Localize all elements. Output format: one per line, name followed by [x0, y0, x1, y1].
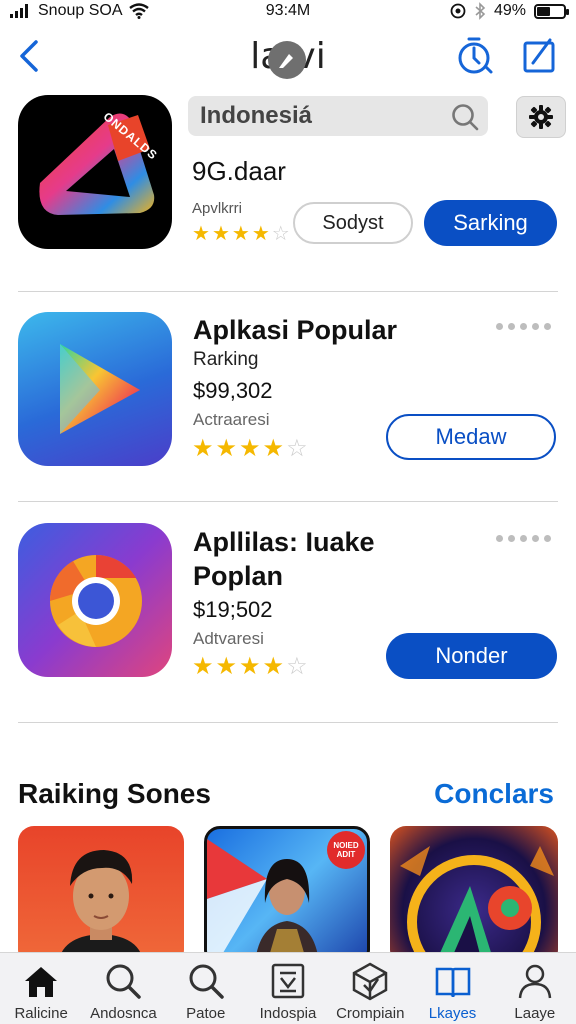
app-title-line2: Poplan [193, 561, 284, 591]
featured-app-name: 9G.daar [192, 156, 286, 186]
search-input[interactable] [200, 102, 440, 130]
bluetooth-icon [475, 2, 486, 20]
divider [18, 291, 558, 292]
star-filled-icon: ★ [211, 223, 230, 245]
tab-box[interactable]: Indospia [247, 953, 329, 1024]
star-filled-icon: ★ [192, 223, 210, 245]
divider [18, 722, 558, 723]
tab-home[interactable]: Ralicine [0, 953, 82, 1024]
tab-label: Ralicine [14, 1005, 68, 1022]
app-title-line1: Apllilas: Iuake [193, 527, 375, 557]
star-filled-icon: ★ [251, 223, 270, 245]
tab-label: Crompiain [336, 1005, 405, 1022]
tab-profile[interactable]: Laaye [494, 953, 576, 1024]
app-action-button[interactable]: Nonder [386, 633, 557, 679]
app-title: Aplkasi Popular [193, 315, 398, 345]
app-rating: ★ ★ ★ ★ ☆ [192, 434, 308, 463]
nav-bar: la vi [0, 28, 576, 84]
more-options-button[interactable] [496, 535, 551, 542]
card-badge: NOIED ADIT [327, 831, 365, 869]
timer-button[interactable] [455, 36, 495, 76]
more-options-button[interactable] [496, 323, 551, 330]
app-action-button[interactable]: Medaw [386, 414, 556, 460]
featured-app-subtitle: Apvlkrri [192, 200, 243, 217]
app-rating: ★ ★ ★ ★ ☆ [192, 652, 308, 681]
portrait-image [58, 850, 144, 966]
featured-rating: ★ ★ ★ ★ ☆ [192, 221, 290, 246]
tab-book[interactable]: Lkayes [411, 953, 493, 1024]
search-icon[interactable] [450, 102, 480, 132]
location-icon [450, 3, 466, 19]
app-meta: Actraaresi [193, 410, 270, 429]
box-icon [271, 963, 305, 999]
search-icon [189, 964, 224, 999]
star-filled-icon: ★ [262, 435, 285, 462]
gear-icon [529, 105, 553, 129]
tab-bar: Ralicine Andosnca Patoe Indospia Crompia… [0, 952, 576, 1024]
app-subtitle: Rarking [193, 349, 259, 370]
app-icon-play[interactable] [18, 312, 172, 466]
app-price: $19;502 [193, 597, 273, 622]
star-filled-icon: ★ [215, 435, 238, 462]
status-bar: Snoup SOA 93:4M 49% [0, 0, 576, 24]
featured-primary-button[interactable]: Sarking [424, 200, 557, 246]
featured-logo-icon [39, 113, 155, 215]
tab-search-1[interactable]: Andosnca [82, 953, 164, 1024]
tab-label: Andosnca [90, 1005, 157, 1022]
star-empty-icon: ☆ [286, 653, 308, 680]
battery-percent: 49% [493, 2, 526, 19]
browser-icon [49, 554, 142, 647]
app-title: Apllilas: Iuake Poplan [193, 525, 375, 593]
star-filled-icon: ★ [192, 435, 214, 462]
tab-search-2[interactable]: Patoe [165, 953, 247, 1024]
card-badge-line1: NOIED [333, 841, 359, 850]
ranking-card[interactable] [390, 826, 558, 966]
featured-app-icon[interactable]: ONDALDS [18, 95, 172, 249]
tab-label: Laaye [514, 1005, 556, 1022]
star-empty-icon: ☆ [271, 223, 290, 245]
star-filled-icon: ★ [239, 653, 261, 680]
compose-icon [523, 38, 555, 73]
home-icon [25, 967, 58, 997]
battery-icon [534, 3, 569, 19]
person-icon [518, 964, 552, 999]
tab-cube[interactable]: Crompiain [329, 953, 411, 1024]
compose-button[interactable] [520, 36, 560, 76]
star-filled-icon: ★ [231, 223, 250, 245]
app-icon-chrome[interactable] [18, 523, 172, 677]
section-title: Raiking Sones [18, 778, 211, 809]
star-filled-icon: ★ [215, 653, 238, 680]
tab-label: Indospia [259, 1005, 317, 1022]
star-filled-icon: ★ [262, 653, 285, 680]
app-meta: Adtvaresi [193, 629, 264, 648]
divider [18, 501, 558, 502]
search-icon [106, 964, 142, 999]
star-filled-icon: ★ [192, 653, 214, 680]
star-filled-icon: ★ [239, 435, 261, 462]
tab-label: Patoe [186, 1005, 226, 1022]
book-icon [435, 967, 470, 998]
card-badge-line2: ADIT [336, 850, 356, 859]
ranking-card[interactable] [18, 826, 184, 966]
featured-secondary-button[interactable]: Sodyst [293, 202, 413, 244]
settings-button[interactable] [516, 96, 566, 138]
game-logo-image [400, 846, 554, 966]
app-price: $99,302 [193, 378, 273, 403]
star-empty-icon: ☆ [286, 435, 308, 462]
search-bar [188, 96, 488, 136]
ranking-card[interactable]: NOIED ADIT [204, 826, 370, 966]
tab-label: Lkayes [428, 1005, 477, 1022]
play-icon [60, 344, 140, 434]
logo-icon [268, 41, 306, 79]
timer-icon [458, 37, 493, 74]
cube-icon [353, 962, 388, 1001]
section-see-all-link[interactable]: Conclars [434, 778, 554, 810]
